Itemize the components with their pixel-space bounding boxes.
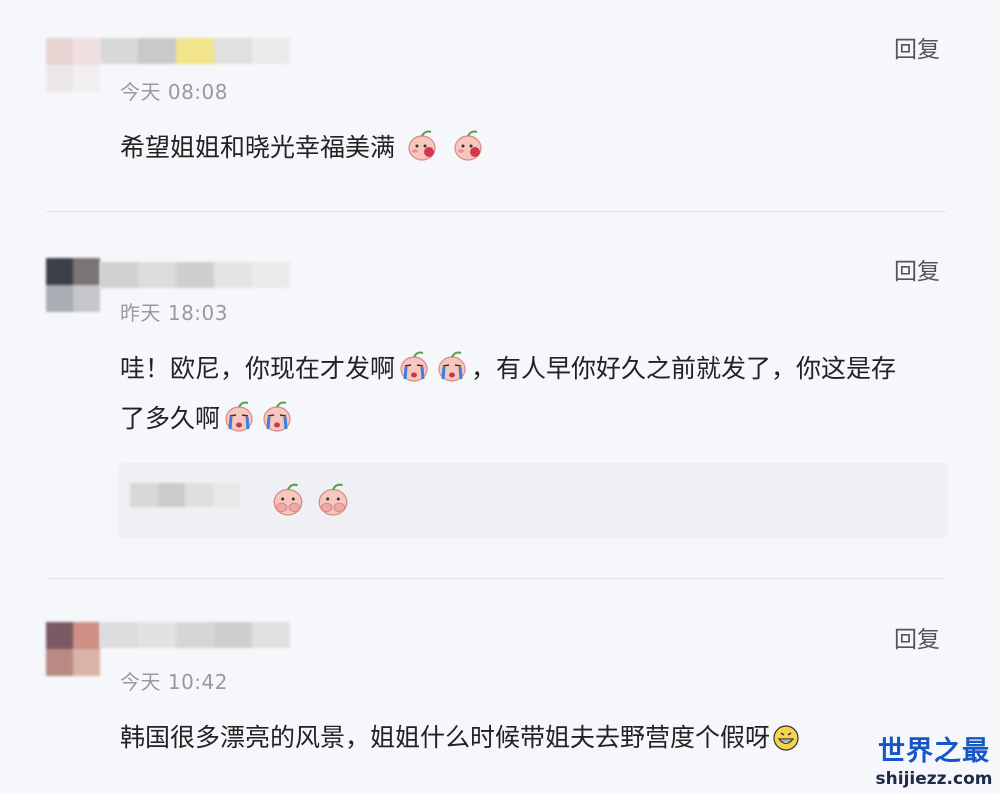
avatar[interactable] — [46, 258, 100, 312]
comment-text-content: 韩国很多漂亮的风景，姐姐什么时候带姐夫去野营度个假呀 — [120, 723, 771, 752]
watermark-url: shijiezz.com — [875, 769, 993, 789]
sub-reply — [118, 463, 948, 538]
comment-text-content: 了多久啊 — [120, 404, 221, 433]
timestamp: 今天 10:42 — [120, 670, 228, 694]
avatar[interactable] — [46, 38, 100, 92]
blush-peach-emoji-icon — [451, 128, 485, 176]
sub-reply-content — [268, 481, 353, 521]
comment-text: 希望姐姐和晓光幸福美满 — [120, 126, 950, 176]
comment-text: 韩国很多漂亮的风景，姐姐什么时候带姐夫去野营度个假呀 — [120, 716, 950, 766]
timestamp: 今天 08:08 — [120, 80, 228, 104]
divider — [46, 211, 946, 212]
site-watermark-logo: 世界之最 shijiezz.com — [872, 736, 996, 794]
crying-peach-emoji-icon — [222, 399, 256, 447]
avatar[interactable] — [46, 622, 100, 676]
crying-peach-emoji-icon — [397, 349, 431, 397]
grinning-face-emoji-icon — [772, 722, 800, 766]
comment-text: 哇！欧尼，你现在才发啊 ，有人早你好久之前就发了，你这是存 了多久啊 — [120, 347, 950, 447]
covering-face-peach-emoji-icon — [270, 481, 306, 521]
crying-peach-emoji-icon — [435, 349, 469, 397]
sub-reply-username[interactable] — [130, 483, 240, 507]
crying-peach-emoji-icon — [260, 399, 294, 447]
timestamp: 昨天 18:03 — [120, 301, 228, 325]
reply-button[interactable]: 回复 — [894, 30, 940, 64]
username[interactable] — [100, 38, 290, 64]
comment-text-content: 希望姐姐和晓光幸福美满 — [120, 133, 396, 162]
username[interactable] — [100, 622, 290, 648]
username[interactable] — [100, 262, 290, 288]
covering-face-peach-emoji-icon — [315, 481, 351, 521]
blush-peach-emoji-icon — [405, 128, 439, 176]
watermark-title: 世界之最 — [878, 736, 990, 767]
comment-text-content: ，有人早你好久之前就发了，你这是存 — [471, 354, 897, 383]
reply-button[interactable]: 回复 — [894, 252, 940, 286]
reply-button[interactable]: 回复 — [894, 620, 940, 654]
comment-text-content: 哇！欧尼，你现在才发啊 — [120, 354, 396, 383]
divider — [46, 578, 946, 579]
